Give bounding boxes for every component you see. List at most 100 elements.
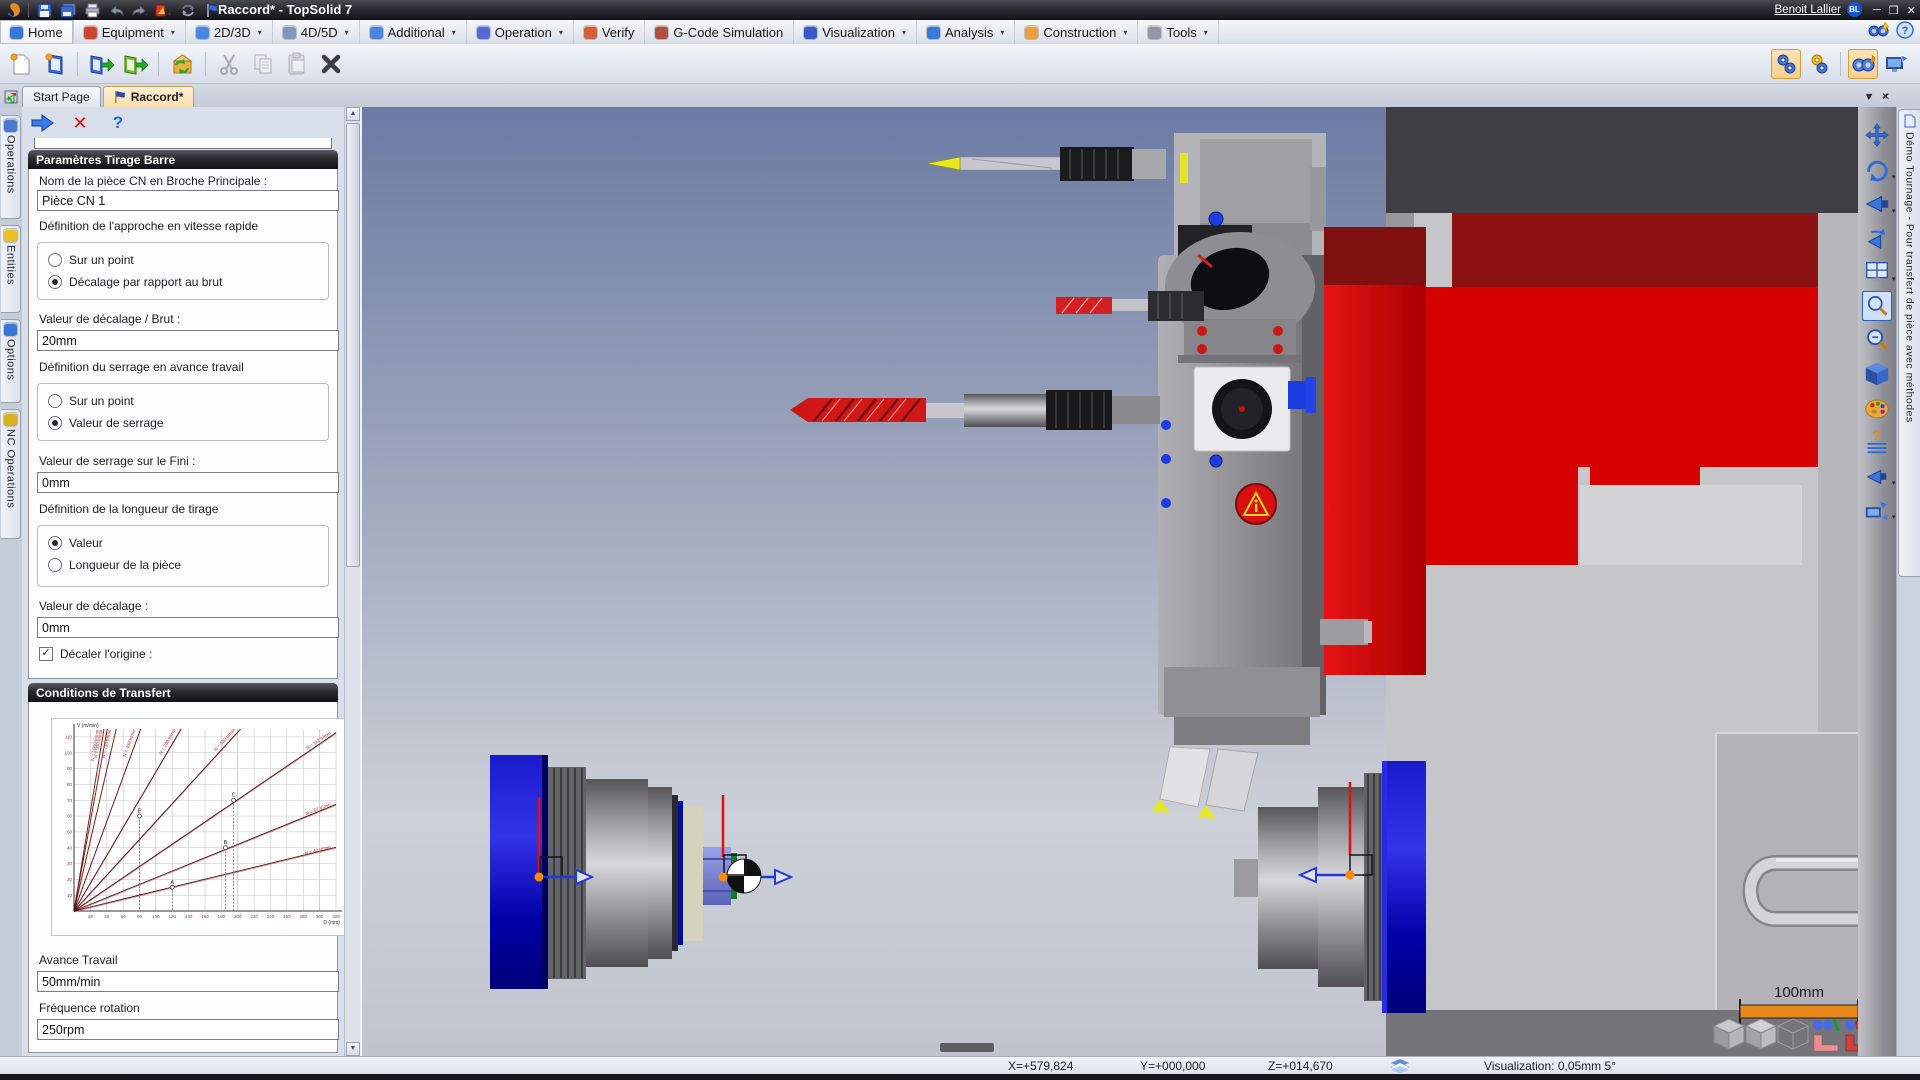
group-header-parametres[interactable]: Paramètres Tirage Barre — [28, 150, 338, 169]
radio-option[interactable]: Décalage par rapport au brut — [48, 273, 328, 291]
radio-option[interactable]: Sur un point — [48, 392, 328, 410]
chevron-down-icon[interactable]: ▾ — [345, 28, 349, 37]
side-tab[interactable]: Operations — [1, 115, 21, 219]
help-button[interactable]: ? — [106, 112, 130, 134]
radio-icon[interactable] — [48, 253, 62, 267]
view-direction-icon[interactable]: ▾ — [1862, 189, 1892, 219]
open-document-icon[interactable] — [87, 50, 115, 78]
chevron-down-icon[interactable]: ▾ — [1892, 173, 1896, 181]
chevron-down-icon[interactable]: ▾ — [559, 28, 563, 37]
piece-name-input[interactable] — [37, 190, 339, 211]
redo-icon[interactable] — [131, 2, 149, 18]
modify-icon[interactable] — [155, 2, 173, 18]
camera-rotate-icon[interactable] — [1862, 223, 1892, 253]
explore-icon[interactable] — [1848, 49, 1878, 79]
undo-icon[interactable] — [107, 2, 125, 18]
decaler-origine-row[interactable]: ✓ Décaler l'origine : — [39, 647, 152, 661]
maximize-button[interactable]: ❐ — [1889, 4, 1899, 17]
new-document-icon[interactable] — [6, 50, 34, 78]
panel-scrollbar[interactable]: ▲ ▼ — [344, 107, 361, 1056]
save-all-icon[interactable] — [59, 2, 77, 18]
iso-cube-icon[interactable] — [1862, 359, 1892, 389]
serrage-fini-input[interactable] — [37, 472, 339, 493]
menu-tab[interactable]: Tools ▾ — [1138, 20, 1218, 44]
radio-option[interactable]: Valeur — [48, 534, 328, 552]
radio-option[interactable]: Sur un point — [48, 251, 328, 269]
cut-icon[interactable] — [215, 50, 243, 78]
checkbox-icon[interactable]: ✓ — [39, 647, 53, 661]
save-icon[interactable] — [35, 2, 53, 18]
chevron-down-icon[interactable]: ▾ — [1892, 513, 1896, 521]
cancel-button[interactable]: ✕ — [68, 112, 92, 134]
print-icon[interactable] — [83, 2, 101, 18]
radio-option[interactable]: Longueur de la pièce — [48, 556, 328, 574]
viewport-scrollbar-chip[interactable] — [940, 1043, 994, 1052]
chevron-down-icon[interactable]: ▾ — [258, 28, 262, 37]
minimize-button[interactable]: ─ — [1873, 4, 1881, 16]
chevron-down-icon[interactable]: ▾ — [1892, 207, 1896, 215]
save-as-icon[interactable] — [121, 50, 149, 78]
user-name-link[interactable]: Benoit Lallier — [1775, 4, 1841, 16]
scroll-down-icon[interactable]: ▼ — [346, 1042, 360, 1056]
menu-tab[interactable]: Analysis ▾ — [917, 20, 1015, 44]
valeur-decalage-input[interactable] — [37, 617, 339, 638]
decalage-brut-input[interactable] — [37, 330, 339, 351]
help-icon[interactable]: ? — [1896, 21, 1914, 44]
menu-tab[interactable]: Equipment ▾ — [74, 20, 186, 44]
user-area[interactable]: Benoit Lallier BL — [1775, 2, 1862, 17]
multi-view-icon[interactable]: ▾ — [1862, 257, 1892, 287]
document-tab[interactable]: Start Page — [22, 86, 101, 107]
menu-tab[interactable]: Visualization ▾ — [794, 20, 917, 44]
menu-tab[interactable]: Home — [0, 20, 74, 44]
side-tab[interactable]: NC Operations — [1, 409, 21, 539]
kinematics-icon[interactable] — [1805, 50, 1833, 78]
copy-icon[interactable] — [249, 50, 277, 78]
rotate-view-icon[interactable]: ▾ — [1862, 155, 1892, 185]
render-palette-icon[interactable] — [1862, 393, 1892, 423]
chevron-down-icon[interactable]: ▾ — [452, 28, 456, 37]
ok-button[interactable] — [30, 112, 54, 134]
side-tab[interactable]: Entities — [1, 225, 21, 313]
chevron-down-icon[interactable]: ▾ — [1892, 479, 1896, 487]
check-in-package-icon[interactable] — [168, 50, 196, 78]
menu-tab[interactable]: Construction ▾ — [1015, 20, 1138, 44]
close-button[interactable]: ✕ — [1907, 4, 1916, 17]
group-header-conditions[interactable]: Conditions de Transfert — [28, 683, 338, 702]
menu-tab[interactable]: 4D/5D ▾ — [273, 20, 360, 44]
side-tab[interactable]: Options — [1, 319, 21, 403]
menu-tab[interactable]: 2D/3D ▾ — [186, 20, 273, 44]
frequence-rotation-input[interactable] — [37, 1019, 339, 1040]
menu-tab[interactable]: Verify — [574, 20, 646, 44]
section-view-icon[interactable]: ▾ — [1862, 461, 1892, 491]
chevron-down-icon[interactable]: ▾ — [1000, 28, 1004, 37]
radio-option[interactable]: Valeur de serrage — [48, 414, 328, 432]
radio-icon[interactable] — [48, 416, 62, 430]
dock-panel-icon[interactable] — [0, 87, 22, 107]
refresh-icon[interactable] — [179, 2, 197, 18]
radio-icon[interactable] — [48, 394, 62, 408]
mechanism-icon[interactable] — [1771, 49, 1801, 79]
radio-icon[interactable] — [48, 275, 62, 289]
new-model-icon[interactable] — [40, 50, 68, 78]
chevron-down-icon[interactable]: ▾ — [1892, 275, 1896, 283]
paste-icon[interactable] — [283, 50, 311, 78]
viewport-3d[interactable]: 100mm — [362, 107, 1858, 1056]
chevron-down-icon[interactable]: ▾ — [1204, 28, 1208, 37]
user-avatar[interactable]: BL — [1847, 2, 1862, 17]
menu-tab[interactable]: G-Code Simulation — [645, 20, 794, 44]
menu-tab[interactable]: Operation ▾ — [467, 20, 574, 44]
toolbar-pin-icon[interactable]: ▼ — [1865, 91, 1874, 101]
avance-travail-input[interactable] — [37, 971, 339, 992]
visual-options-icon[interactable]: ? — [1862, 427, 1892, 457]
delete-icon[interactable] — [317, 50, 345, 78]
zoom-window-icon[interactable] — [1862, 291, 1892, 321]
radio-icon[interactable] — [48, 536, 62, 550]
search-binoculars-icon[interactable] — [1868, 21, 1890, 43]
toolbar-close-icon[interactable]: ✕ — [1881, 91, 1889, 102]
pan-icon[interactable] — [1862, 121, 1892, 151]
screen-3d-icon[interactable]: ▾ — [1862, 495, 1892, 525]
scroll-up-icon[interactable]: ▲ — [346, 107, 360, 121]
radio-icon[interactable] — [48, 558, 62, 572]
screen-capture-icon[interactable] — [1882, 50, 1910, 78]
chevron-down-icon[interactable]: ▾ — [171, 28, 175, 37]
